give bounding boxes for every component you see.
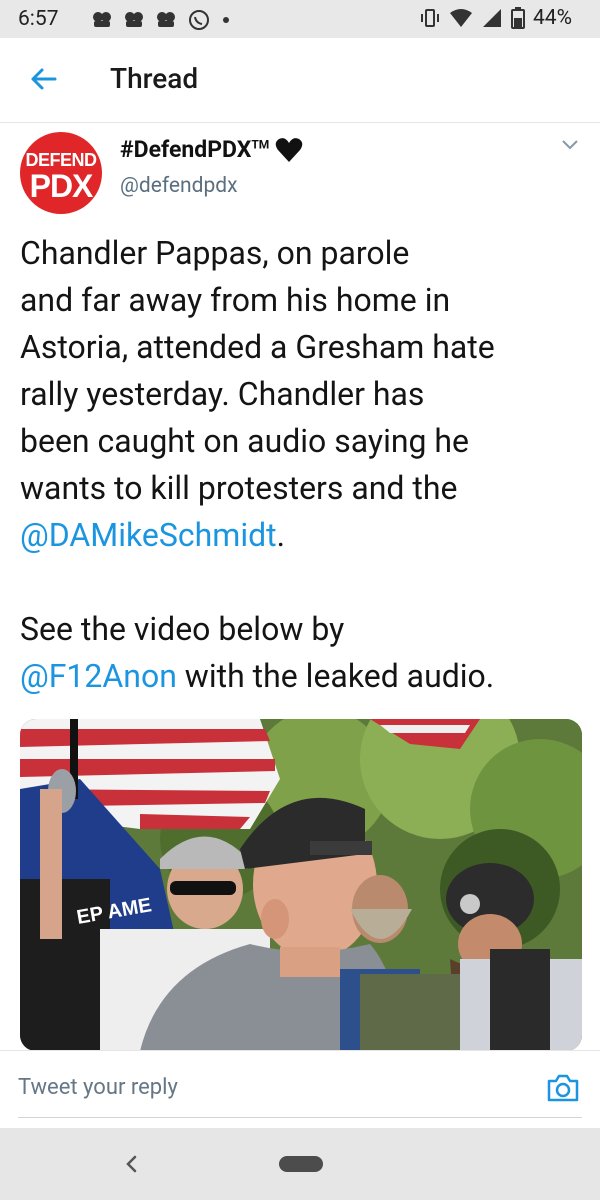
- nav-home-pill[interactable]: [279, 1156, 323, 1172]
- back-arrow-icon[interactable]: [28, 64, 58, 94]
- nav-back-icon[interactable]: [124, 1154, 138, 1174]
- signal-icon: [483, 9, 501, 27]
- author-handle[interactable]: @defendpdx: [120, 174, 238, 198]
- camera-icon[interactable]: [546, 1073, 580, 1103]
- photo-scene: EP AME: [20, 719, 582, 1051]
- app-bar: Thread: [0, 38, 600, 123]
- tweet-line: @F12Anon with the leaked audio.: [20, 657, 495, 695]
- system-icons: 44%: [419, 6, 572, 30]
- notification-icons: [92, 9, 230, 31]
- chevron-down-icon[interactable]: [560, 138, 580, 152]
- page-title: Thread: [110, 62, 199, 95]
- avatar-text-bottom: PDX: [29, 168, 94, 204]
- tweet-line: rally yesterday. Chandler has: [20, 375, 425, 413]
- notification-icon: [93, 12, 111, 27]
- tweet-line: been caught on audio saying he: [20, 422, 470, 460]
- wifi-icon: [450, 9, 472, 27]
- battery-icon: [511, 7, 525, 29]
- mention-link[interactable]: @F12Anon: [20, 657, 177, 695]
- tweet-photo[interactable]: EP AME: [20, 719, 582, 1051]
- battery-percent: 44%: [533, 6, 572, 30]
- notification-icon: [157, 12, 175, 27]
- status-bar: 6:57 44%: [0, 0, 600, 38]
- navigation-bar: [0, 1128, 600, 1200]
- tweet-line: See the video below by: [20, 610, 345, 648]
- black-heart-icon: [276, 137, 303, 162]
- tweet-line: wants to kill protesters and the: [20, 469, 458, 507]
- vibrate-icon: [421, 9, 439, 27]
- whatsapp-icon: [189, 10, 209, 30]
- tweet-line: @DAMikeSchmidt.: [20, 516, 286, 554]
- trademark-mark: TM: [251, 137, 270, 152]
- author-name-row[interactable]: #DefendPDXTM: [120, 136, 303, 163]
- notification-icon: [125, 12, 143, 27]
- tweet-line: Chandler Pappas, on parole: [20, 234, 410, 272]
- tweet-text: Chandler Pappas, on parole and far away …: [20, 230, 585, 700]
- tweet-line: and far away from his home in: [20, 281, 451, 319]
- reply-underline: [18, 1117, 582, 1118]
- avatar[interactable]: DEFEND PDX: [20, 132, 102, 214]
- reply-bar: Tweet your reply: [0, 1050, 600, 1129]
- dot-icon: [223, 17, 229, 23]
- display-name: #DefendPDXTM: [120, 136, 270, 163]
- tweet-line: Astoria, attended a Gresham hate: [20, 328, 495, 366]
- status-time: 6:57: [18, 7, 59, 31]
- mention-link[interactable]: @DAMikeSchmidt: [20, 516, 277, 554]
- reply-input[interactable]: Tweet your reply: [18, 1075, 178, 1100]
